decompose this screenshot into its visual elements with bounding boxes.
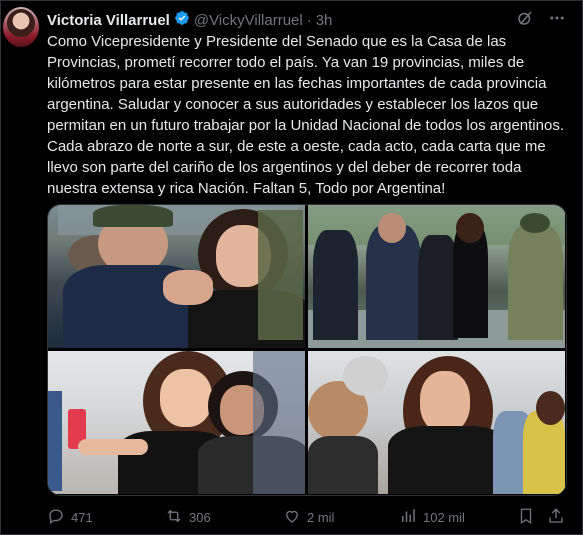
avatar[interactable]: [3, 7, 39, 47]
grok-icon[interactable]: [516, 9, 534, 31]
bookmark-button[interactable]: [517, 507, 535, 528]
tweet-text: Como Vicepresidente y Presidente del Sen…: [47, 33, 564, 197]
like-icon: [283, 507, 301, 528]
reply-icon: [47, 507, 65, 528]
photo-2[interactable]: [308, 205, 565, 348]
views-icon: [399, 507, 417, 528]
repost-count: 306: [189, 509, 211, 525]
separator-dot: ·: [306, 11, 312, 29]
author-name[interactable]: Victoria Villarruel: [47, 12, 170, 29]
tweet-time[interactable]: 3h: [316, 12, 333, 29]
tweet-header: Victoria Villarruel @VickyVillarruel · 3…: [47, 9, 572, 31]
like-button[interactable]: 2 mil: [283, 507, 334, 528]
author-handle[interactable]: @VickyVillarruel: [194, 12, 303, 29]
views-button[interactable]: 102 mil: [399, 507, 465, 528]
views-count: 102 mil: [423, 509, 465, 525]
repost-button[interactable]: 306: [165, 507, 211, 528]
share-button[interactable]: [547, 507, 565, 528]
bookmark-icon: [517, 507, 535, 528]
share-icon: [547, 507, 565, 528]
photo-4[interactable]: [308, 351, 565, 494]
repost-icon: [165, 507, 183, 528]
reply-button[interactable]: 471: [47, 507, 93, 528]
like-count: 2 mil: [307, 509, 335, 525]
tweet-card[interactable]: Victoria Villarruel @VickyVillarruel · 3…: [0, 0, 583, 535]
media-grid[interactable]: [47, 204, 567, 496]
photo-1[interactable]: [48, 205, 305, 348]
reply-count: 471: [71, 509, 93, 525]
photo-3[interactable]: [48, 351, 305, 494]
action-bar: 471 306 2 mil 102 mil: [47, 507, 567, 527]
more-icon[interactable]: [548, 9, 566, 31]
verified-badge-icon: [170, 10, 194, 30]
